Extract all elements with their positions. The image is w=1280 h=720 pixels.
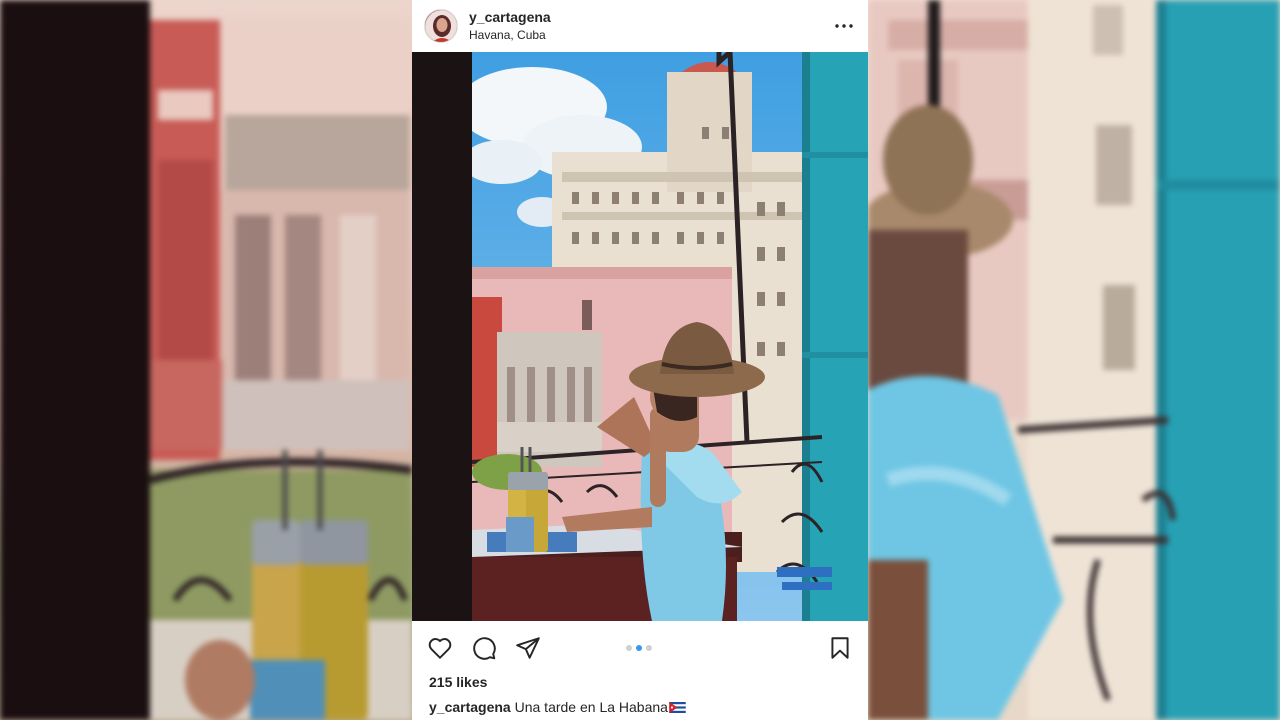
post-actions-bar xyxy=(412,628,868,668)
post-location[interactable]: Havana, Cuba xyxy=(469,28,551,42)
cuba-flag-icon xyxy=(669,702,686,713)
carousel-dot xyxy=(626,645,632,651)
more-options-button[interactable] xyxy=(832,14,856,38)
comment-icon xyxy=(473,637,496,660)
heart-icon xyxy=(428,638,452,659)
caption-username[interactable]: y_cartagena xyxy=(429,699,511,715)
save-button[interactable] xyxy=(826,634,854,662)
caption-text: Una tarde en La Habana xyxy=(514,699,668,715)
comment-button[interactable] xyxy=(470,634,498,662)
bookmark-icon xyxy=(831,637,849,659)
more-horizontal-icon xyxy=(835,24,853,28)
share-button[interactable] xyxy=(514,634,542,662)
avatar[interactable] xyxy=(424,9,458,43)
post-header: y_cartagena Havana, Cuba xyxy=(412,0,868,52)
carousel-dot xyxy=(646,645,652,651)
backdrop-left xyxy=(0,0,412,720)
likes-count[interactable]: 215 likes xyxy=(429,674,487,690)
carousel-indicator xyxy=(626,645,652,651)
post-photo-scene xyxy=(412,52,868,621)
post-caption: y_cartagena Una tarde en La Habana xyxy=(429,699,686,715)
instagram-post: y_cartagena Havana, Cuba 215 likes y_car… xyxy=(412,0,868,720)
post-photo[interactable] xyxy=(412,52,868,621)
backdrop-right-scene xyxy=(868,0,1280,720)
like-button[interactable] xyxy=(426,634,454,662)
avatar-image xyxy=(425,10,457,42)
post-username[interactable]: y_cartagena xyxy=(469,9,551,26)
backdrop-left-scene xyxy=(0,0,412,720)
backdrop-right xyxy=(868,0,1280,720)
carousel-dot-active xyxy=(636,645,642,651)
share-icon xyxy=(516,637,540,659)
